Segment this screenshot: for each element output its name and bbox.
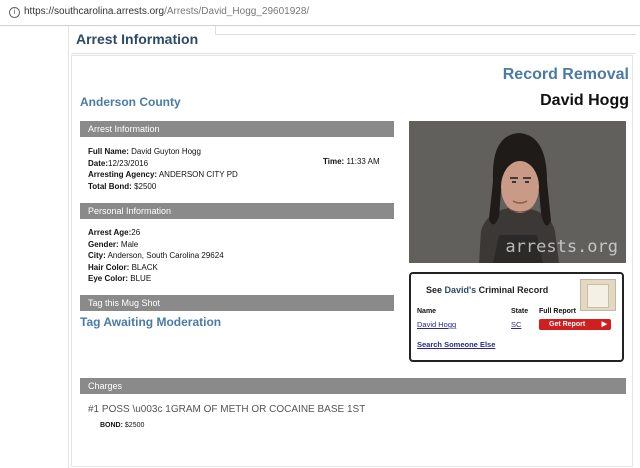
hair-value: BLACK — [131, 262, 158, 272]
watermark: arrests.org — [505, 237, 618, 257]
age-row: Arrest Age:26 — [88, 227, 224, 239]
personal-info-block: Arrest Age:26 Gender: Male City: Anderso… — [88, 227, 224, 285]
address-bar[interactable]: i https://southcarolina.arrests.org/Arre… — [0, 0, 640, 26]
record-removal-link[interactable]: Record Removal — [503, 66, 629, 84]
divider — [71, 53, 635, 54]
arrest-info-block: Full Name: David Guyton Hogg Date:12/23/… — [88, 146, 238, 192]
agency-value: ANDERSON CITY PD — [158, 170, 238, 179]
full-name-value: David Guyton Hogg — [131, 147, 201, 156]
person-name: David Hogg — [540, 92, 629, 109]
bond-value: $2500 — [134, 181, 157, 191]
personal-info-header: Personal Information — [80, 203, 394, 219]
eye-value: BLUE — [130, 274, 152, 283]
hair-row: Hair Color: BLACK — [88, 262, 224, 274]
date-value: 12/23/2016 — [108, 158, 149, 168]
age-label: Arrest Age: — [88, 228, 132, 237]
time-label: Time: — [323, 157, 345, 166]
date-row: Date:12/23/2016 — [88, 158, 238, 170]
county-link[interactable]: Anderson County — [80, 95, 181, 109]
criminal-record-box: See David's Criminal Record Name State F… — [409, 272, 624, 362]
bond-label: Total Bond: — [88, 181, 132, 191]
col-name-header: Name — [417, 308, 437, 315]
eye-row: Eye Color: BLUE — [88, 273, 224, 285]
info-icon[interactable]: i — [9, 7, 20, 18]
mugshot-photo: arrests.org — [409, 121, 626, 263]
charge-item: #1 POSS \u003c 1GRAM OF METH OR COCAINE … — [88, 404, 366, 415]
record-name-link[interactable]: David Hogg — [417, 320, 456, 329]
document-icon — [580, 279, 616, 311]
get-report-button[interactable]: Get Report ▶ — [539, 319, 611, 330]
arrest-info-header: Arrest Information — [80, 121, 394, 137]
url-text[interactable]: https://southcarolina.arrests.org/Arrest… — [24, 6, 309, 17]
charge-bond-label: BOND: — [100, 422, 123, 429]
charge-bond-value: $2500 — [124, 422, 145, 429]
age-value: 26 — [131, 228, 141, 237]
tag-mugshot-header: Tag this Mug Shot — [80, 295, 394, 311]
time-value: 11:33 AM — [346, 157, 380, 166]
page: Arrest Information Record Removal David … — [68, 26, 637, 468]
cr-title-suffix: Criminal Record — [476, 285, 549, 295]
gender-value: Male — [120, 239, 139, 249]
city-label: City: — [88, 251, 106, 260]
hair-label: Hair Color: — [88, 262, 130, 272]
gender-row: Gender: Male — [88, 239, 224, 251]
agency-row: Arresting Agency: ANDERSON CITY PD — [88, 169, 238, 181]
full-name-row: Full Name: David Guyton Hogg — [88, 146, 238, 158]
cr-title-name: David's — [444, 285, 477, 295]
col-state-header: State — [511, 308, 529, 315]
cr-title-prefix: See — [426, 285, 445, 295]
date-label: Date: — [88, 158, 109, 168]
col-report-header: Full Report — [539, 308, 576, 315]
full-name-label: Full Name: — [88, 147, 129, 156]
search-someone-else-link[interactable]: Search Someone Else — [417, 340, 495, 349]
document-paper — [587, 284, 609, 308]
record-state-link[interactable]: SC — [511, 320, 521, 329]
gender-label: Gender: — [88, 239, 119, 249]
charge-bond: BOND: $2500 — [100, 422, 144, 429]
criminal-record-title: See David's Criminal Record — [426, 285, 548, 295]
agency-label: Arresting Agency: — [88, 170, 158, 179]
city-value: Anderson, South Carolina 29624 — [107, 251, 224, 260]
city-row: City: Anderson, South Carolina 29624 — [88, 250, 224, 262]
bond-row: Total Bond: $2500 — [88, 181, 238, 193]
url-path: /Arrests/David_Hogg_29601928/ — [164, 6, 310, 17]
page-title: Arrest Information — [76, 31, 199, 47]
arrow-right-icon: ▶ — [601, 321, 607, 328]
top-panel-border — [215, 26, 636, 35]
time-row: Time: 11:33 AM — [323, 157, 380, 166]
eye-label: Eye Color: — [88, 274, 129, 283]
get-report-label: Get Report — [549, 321, 586, 328]
tag-status: Tag Awaiting Moderation — [80, 315, 222, 329]
charges-header: Charges — [80, 378, 626, 394]
url-host: https://southcarolina.arrests.org — [24, 6, 165, 17]
